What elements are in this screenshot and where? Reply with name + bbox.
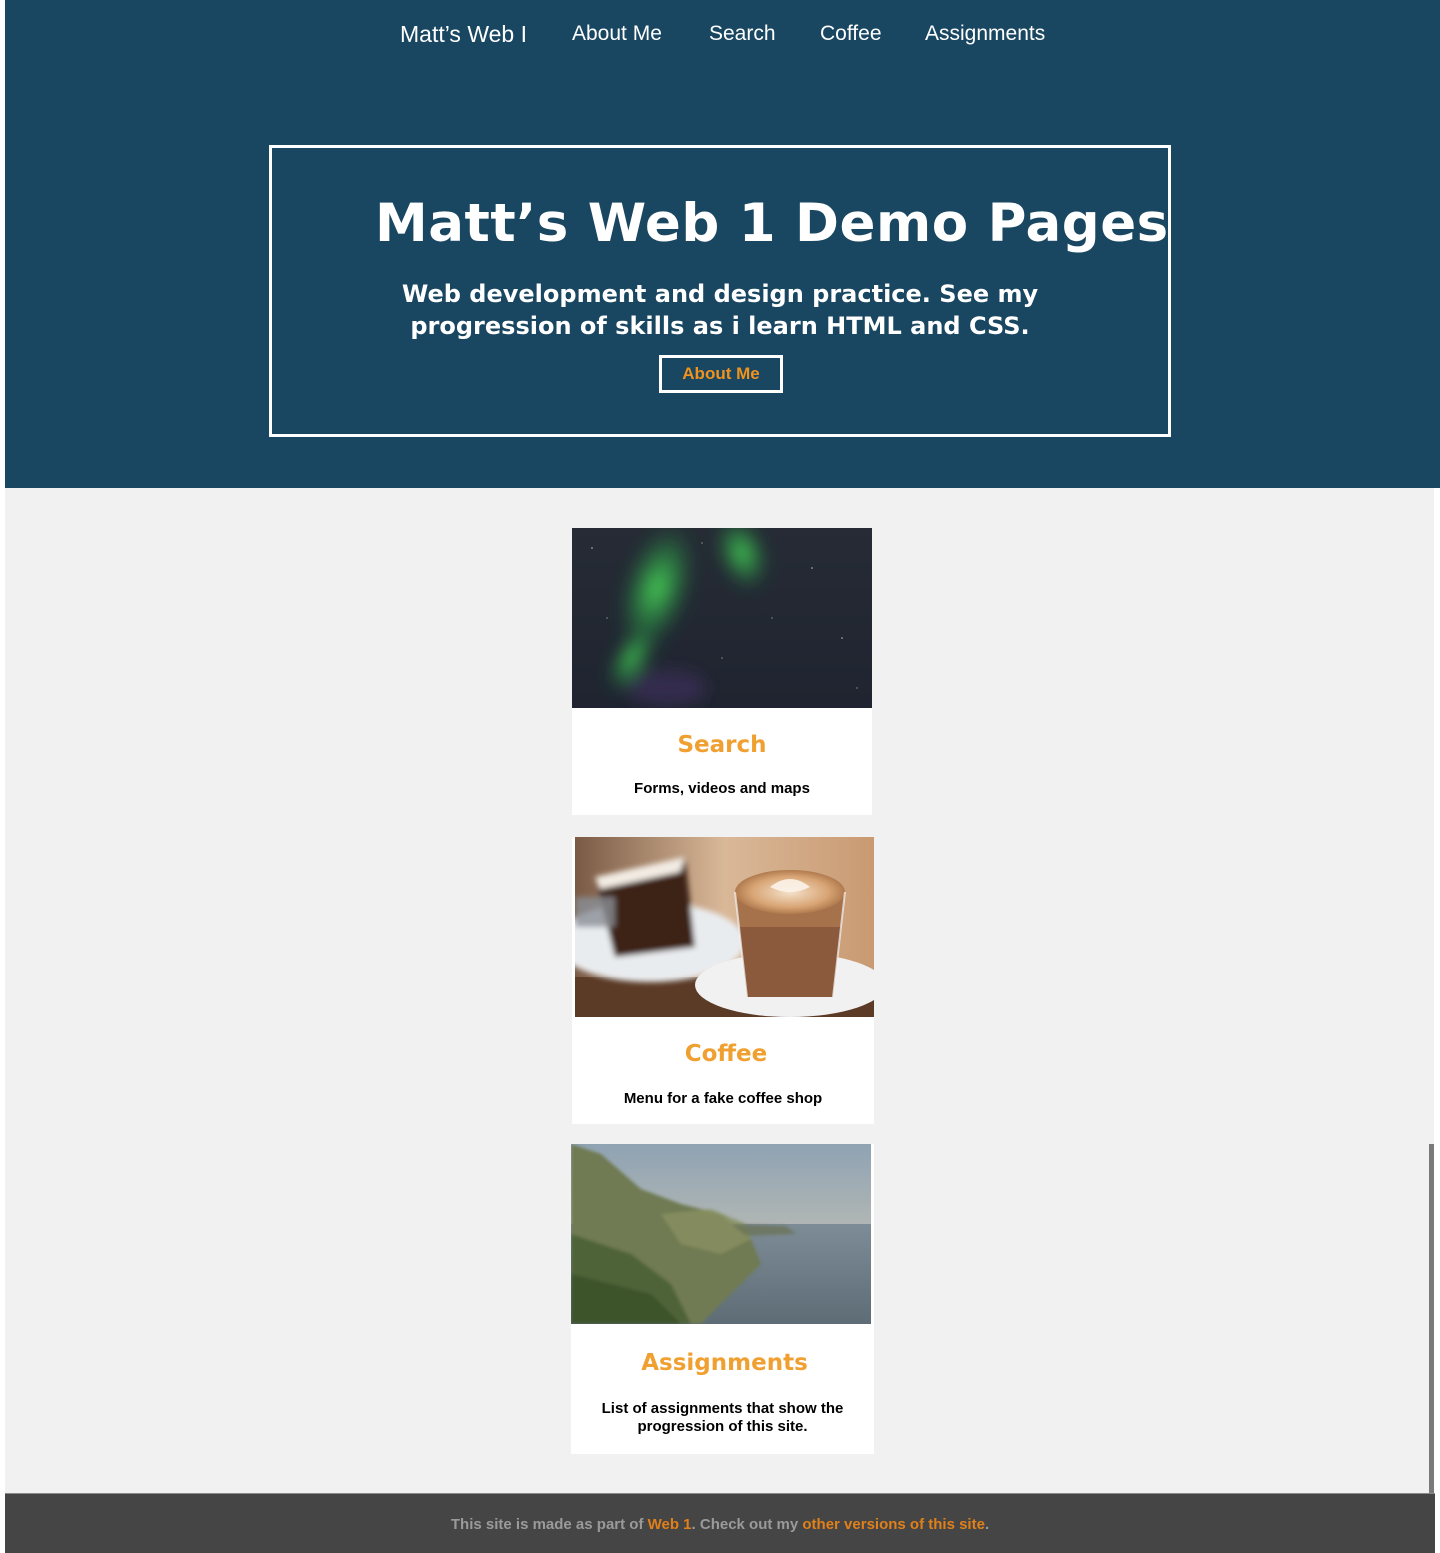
- nav-brand-link[interactable]: Matt’s Web I: [400, 18, 527, 50]
- scrollbar-thumb[interactable]: [1429, 1144, 1434, 1494]
- footer-text-middle: . Check out my: [691, 1516, 803, 1533]
- footer-text: This site is made as part of Web 1. Chec…: [5, 1515, 1435, 1535]
- coastal-cliffs-image: [571, 1144, 871, 1324]
- top-nav: Matt’s Web I About Me Search Coffee Assi…: [5, 18, 1440, 50]
- site-header: Matt’s Web I About Me Search Coffee Assi…: [5, 0, 1440, 488]
- card-description: List of assignments that show the progre…: [601, 1400, 844, 1435]
- card-description: Menu for a fake coffee shop: [623, 1090, 823, 1107]
- nav-item-about-me[interactable]: About Me: [572, 18, 662, 50]
- latte-and-cake-image: [575, 837, 874, 1017]
- northern-lights-image: [572, 528, 872, 708]
- card-description: Forms, videos and maps: [634, 780, 810, 797]
- card-title: Coffee: [684, 1041, 768, 1067]
- site-footer: This site is made as part of Web 1. Chec…: [5, 1493, 1435, 1553]
- other-versions-link[interactable]: other versions of this site: [802, 1516, 985, 1533]
- main-content: Search Forms, videos and maps Coffee Men…: [5, 488, 1434, 1493]
- hero-title: Matt’s Web 1 Demo Pages: [375, 193, 1169, 254]
- nav-item-coffee[interactable]: Coffee: [820, 18, 882, 50]
- about-me-button[interactable]: About Me: [659, 355, 783, 393]
- hero-box: Matt’s Web 1 Demo Pages Web development …: [269, 145, 1171, 437]
- hero-subtitle: Web development and design practice. See…: [401, 280, 1039, 340]
- card-assignments[interactable]: Assignments List of assignments that sho…: [571, 1144, 874, 1454]
- card-title: Assignments: [641, 1350, 808, 1376]
- footer-text-before: This site is made as part of: [450, 1516, 648, 1533]
- footer-text-after: .: [984, 1516, 990, 1533]
- nav-item-search[interactable]: Search: [709, 18, 776, 50]
- card-title: Search: [677, 732, 767, 758]
- web1-link[interactable]: Web 1: [648, 1516, 692, 1533]
- card-search[interactable]: Search Forms, videos and maps: [572, 528, 872, 815]
- nav-item-assignments[interactable]: Assignments: [925, 18, 1045, 50]
- card-coffee[interactable]: Coffee Menu for a fake coffee shop: [572, 837, 874, 1124]
